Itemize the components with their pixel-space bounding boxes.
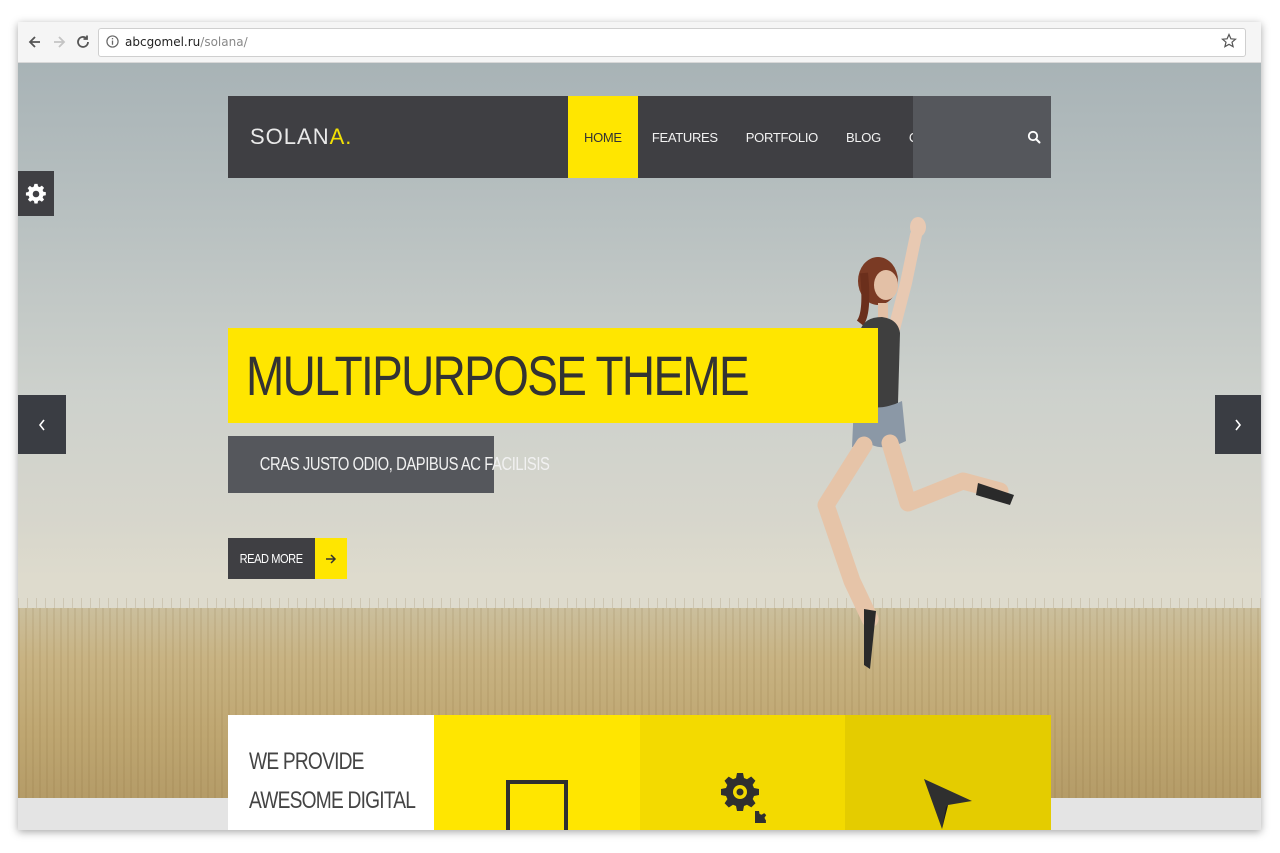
service-card-marketing[interactable] <box>845 715 1051 830</box>
monitor-icon <box>505 780 568 830</box>
search-icon <box>1027 130 1041 144</box>
menu-item-features[interactable]: FEATURES <box>638 96 732 178</box>
hero-subtitle-text: CRAS JUSTO ODIO, DAPIBUS AC FACILISIS <box>259 454 550 474</box>
service-card-development[interactable] <box>639 715 846 830</box>
logo-text: SOLAN <box>250 124 330 149</box>
chevron-left-icon <box>38 419 45 430</box>
paper-plane-icon <box>924 779 973 829</box>
browser-toolbar: abcgomel.ru/solana/ <box>18 22 1261 63</box>
menu-item-home[interactable]: HOME <box>568 96 638 178</box>
site-logo[interactable]: SOLANA. <box>250 124 352 150</box>
hero-subtitle: CRAS JUSTO ODIO, DAPIBUS AC FACILISIS <box>228 436 550 493</box>
services-intro-line-1-text: WE PROVIDE <box>249 748 364 775</box>
site-header: SOLANA. HOME FEATURES PORTFOLIO BLOG CON… <box>228 96 1051 178</box>
read-more-button[interactable]: READ MORE <box>228 538 315 579</box>
services-intro-line-2: AWESOME DIGITAL <box>249 787 457 815</box>
gears-icon <box>721 773 767 823</box>
url-path: /solana/ <box>200 35 248 49</box>
hero-slider: SOLANA. HOME FEATURES PORTFOLIO BLOG CON… <box>18 63 1261 798</box>
read-more-label: READ MORE <box>239 551 304 566</box>
address-bar[interactable]: abcgomel.ru/solana/ <box>98 28 1246 57</box>
services-strip: WE PROVIDE AWESOME DIGITAL <box>228 715 1051 830</box>
slider-next-button[interactable] <box>1215 395 1261 454</box>
logo-accent: A. <box>329 124 353 149</box>
services-intro: WE PROVIDE AWESOME DIGITAL <box>228 715 434 830</box>
hero-title: MULTIPURPOSE THEME <box>228 328 879 423</box>
site-info-icon[interactable] <box>106 35 119 48</box>
page-viewport: SOLANA. HOME FEATURES PORTFOLIO BLOG CON… <box>18 63 1261 830</box>
bookmark-star-icon[interactable] <box>1221 33 1237 49</box>
services-intro-line-1: WE PROVIDE <box>249 748 392 776</box>
services-intro-line-2-text: AWESOME DIGITAL <box>249 787 416 814</box>
menu-item-portfolio[interactable]: PORTFOLIO <box>732 96 832 178</box>
gear-icon <box>25 183 46 204</box>
search-button[interactable] <box>913 96 1051 178</box>
back-arrow-icon[interactable] <box>24 31 46 53</box>
menu-item-blog[interactable]: BLOG <box>832 96 895 178</box>
jumping-woman-image <box>817 217 1014 669</box>
chevron-right-icon <box>1235 419 1242 430</box>
arrow-right-icon <box>326 553 337 564</box>
reload-icon[interactable] <box>72 31 94 53</box>
browser-window: abcgomel.ru/solana/ SOLANA. HOME FEATURE… <box>18 22 1261 830</box>
read-more-arrow-button[interactable] <box>315 538 347 579</box>
url-host: abcgomel.ru <box>125 35 201 49</box>
style-switcher-button[interactable] <box>18 171 54 216</box>
forward-arrow-icon[interactable] <box>48 31 70 53</box>
hero-title-text: MULTIPURPOSE THEME <box>246 344 750 407</box>
slider-prev-button[interactable] <box>18 395 66 454</box>
url-text: abcgomel.ru/solana/ <box>125 35 248 49</box>
service-card-design[interactable] <box>433 715 640 830</box>
